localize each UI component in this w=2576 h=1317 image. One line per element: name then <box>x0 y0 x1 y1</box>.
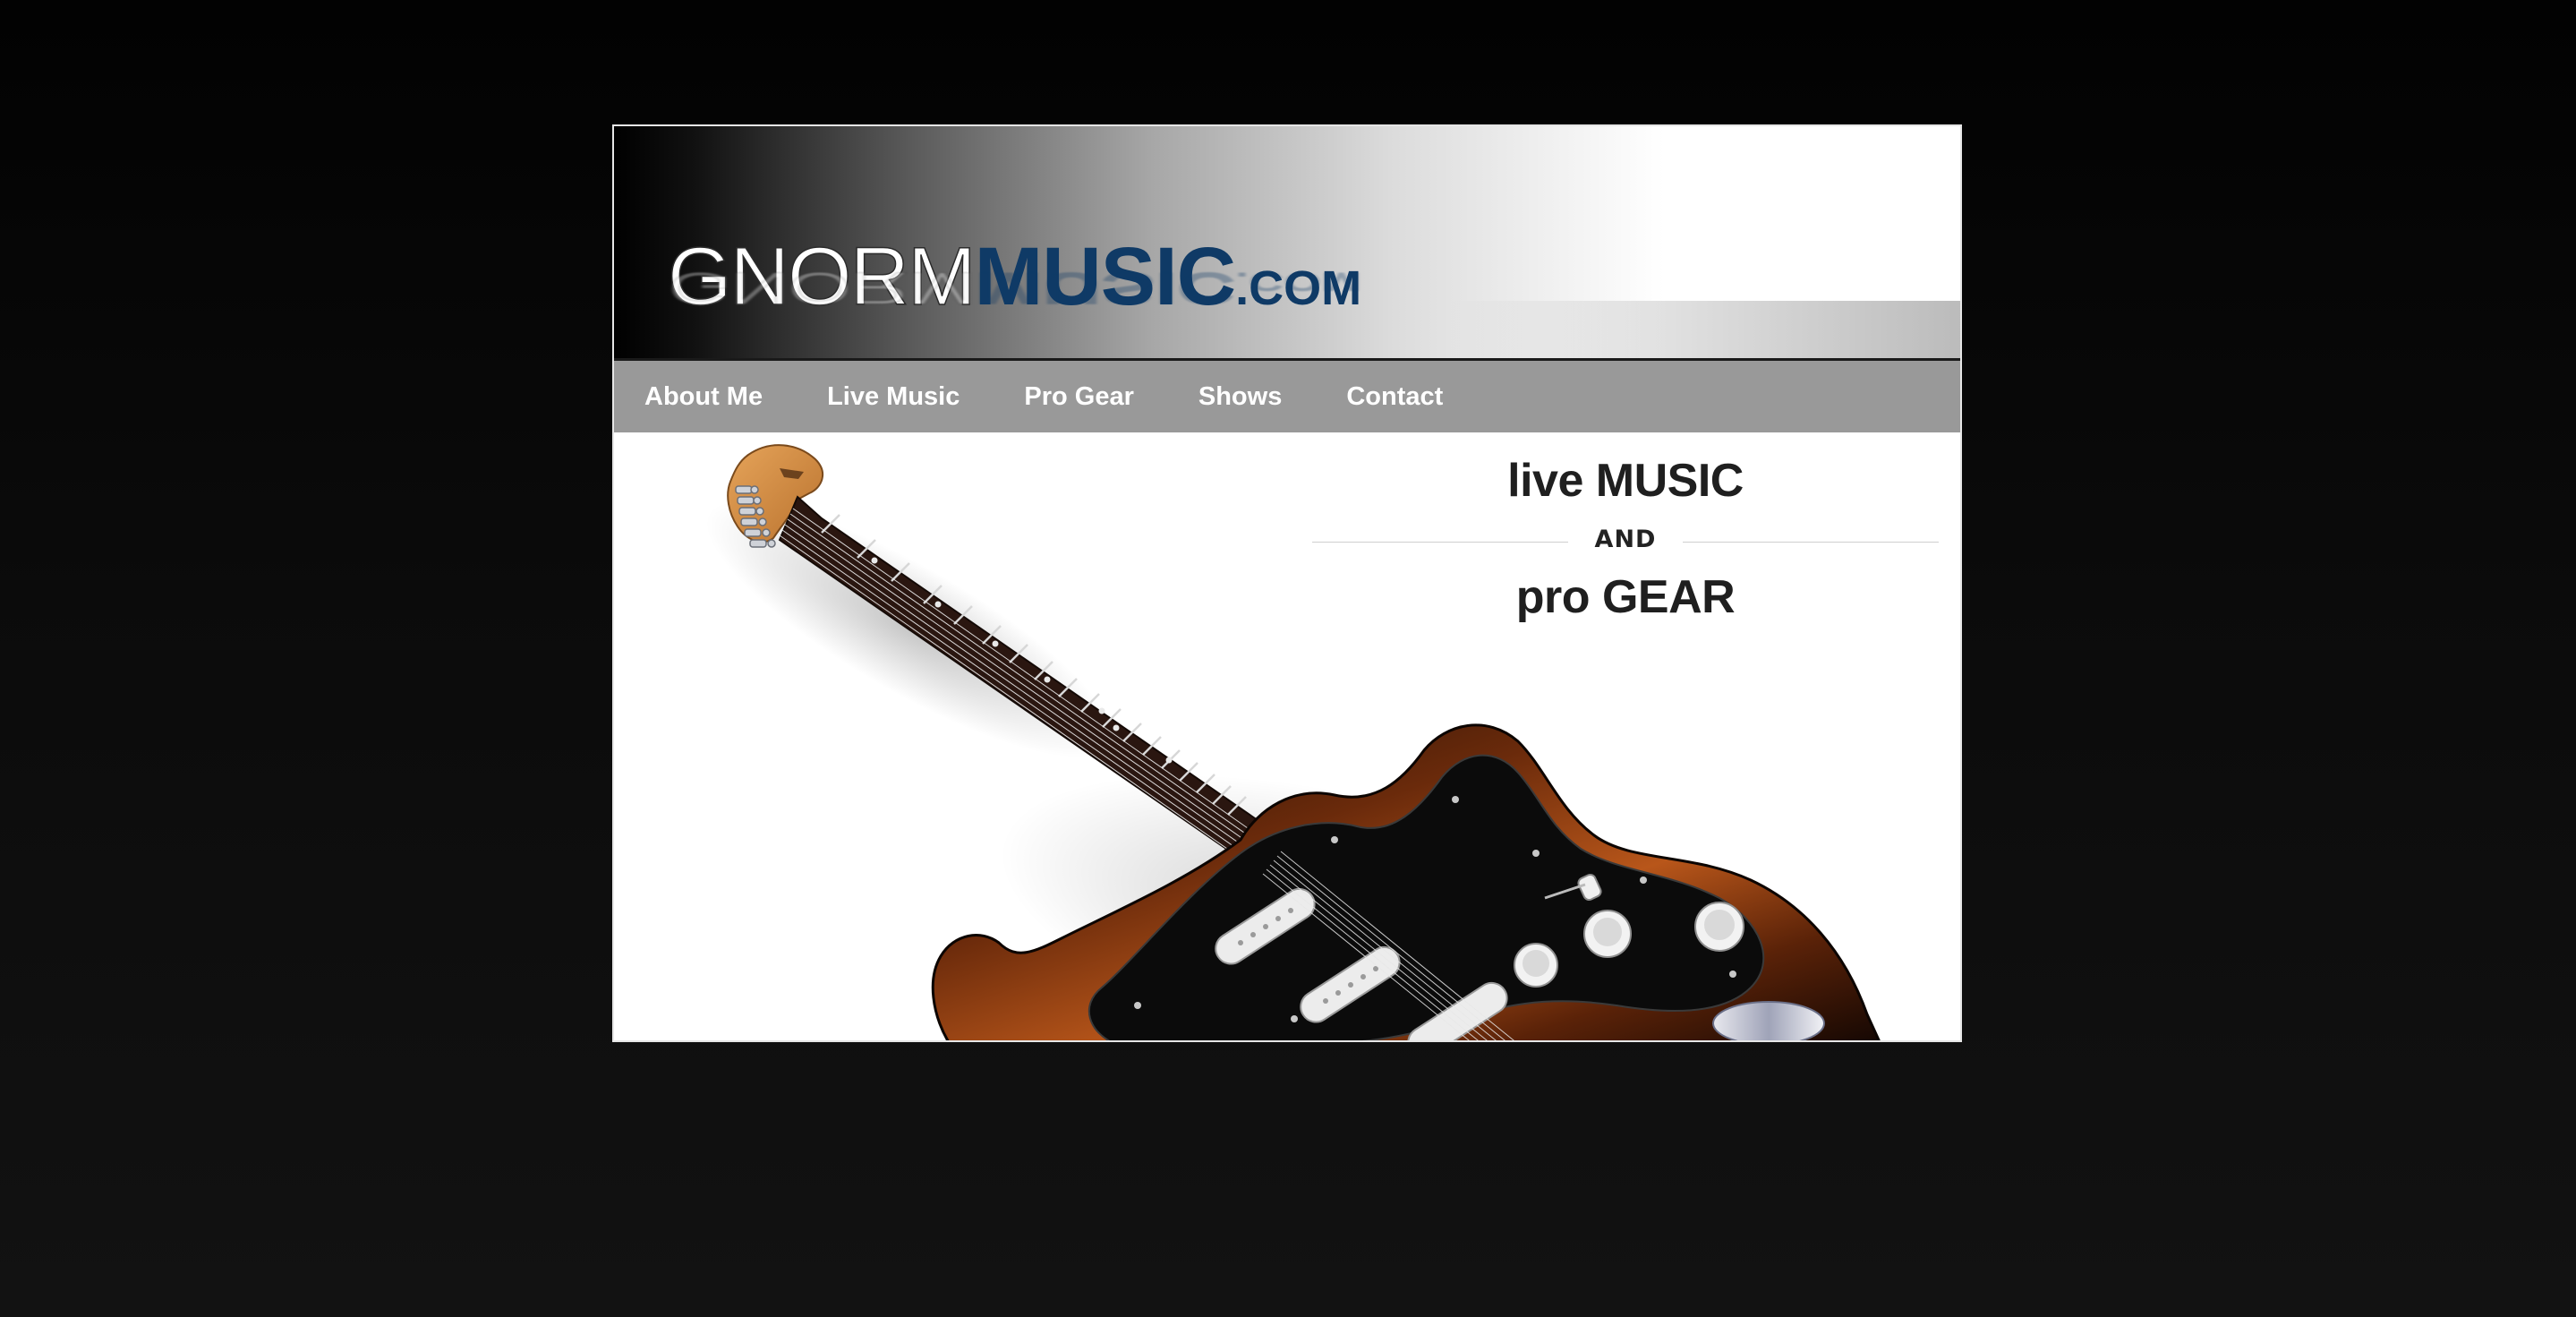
tagline-pro-gear: pro GEAR <box>1515 571 1736 623</box>
nav-item-shows[interactable]: Shows <box>1198 382 1282 412</box>
tagline-and: AND <box>1594 526 1657 553</box>
nav-item-about-me[interactable]: About Me <box>644 382 763 412</box>
logo-reflection-gnorm: GNORM <box>667 262 975 313</box>
divider-rule-right <box>1683 542 1939 543</box>
tagline-live-music: live MUSIC <box>1507 455 1744 507</box>
logo-reflection-music: MUSIC <box>974 262 1236 313</box>
hero-section: live MUSIC AND pro GEAR <box>614 432 1960 1040</box>
logo-reflection-com: .COM <box>1235 267 1362 297</box>
tagline-divider: AND <box>1312 524 1939 560</box>
nav-item-live-music[interactable]: Live Music <box>827 382 960 412</box>
guitar-jack-plate <box>1712 1001 1825 1040</box>
main-nav: About Me Live Music Pro Gear Shows Conta… <box>614 361 1960 432</box>
logo-reflection: GNORMMUSIC.COM <box>667 262 1362 313</box>
hero-tagline: live MUSIC AND pro GEAR <box>1312 454 1939 620</box>
nav-item-contact[interactable]: Contact <box>1346 382 1443 412</box>
site-container: GNORMMUSIC.COM GNORMMUSIC.COM About Me L… <box>612 124 1962 1042</box>
nav-item-pro-gear[interactable]: Pro Gear <box>1024 382 1134 412</box>
header-banner: GNORMMUSIC.COM GNORMMUSIC.COM <box>614 126 1960 361</box>
